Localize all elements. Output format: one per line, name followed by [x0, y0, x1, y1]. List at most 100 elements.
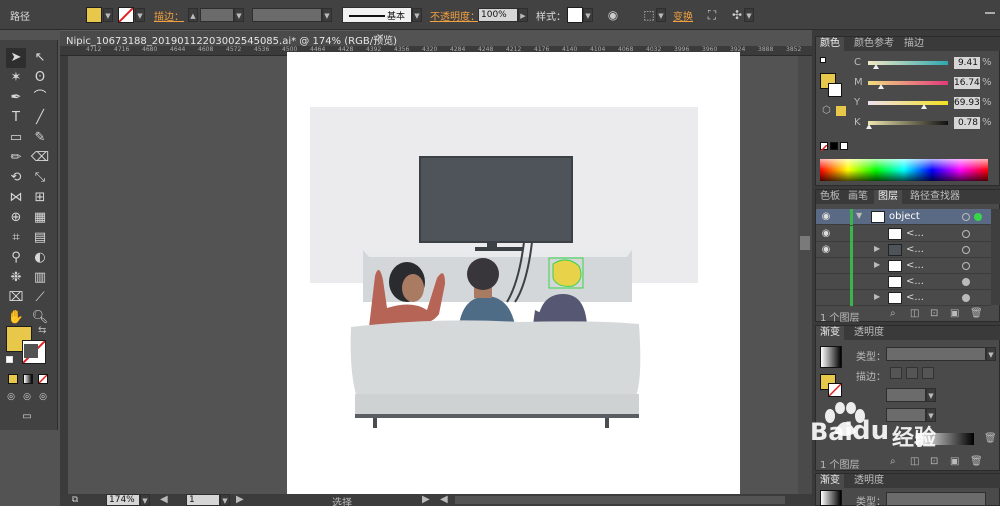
- hand-tool-icon[interactable]: ✋: [6, 308, 26, 328]
- curvature-tool-icon[interactable]: ⌒: [30, 88, 50, 108]
- fill-dropdown-arrow[interactable]: ▼: [103, 8, 113, 22]
- direct-selection-tool-icon[interactable]: ↖: [30, 48, 50, 68]
- sublayer-row[interactable]: <...: [816, 274, 991, 290]
- gradient-type-dropdown[interactable]: [886, 347, 986, 361]
- artboard[interactable]: [287, 52, 740, 498]
- opacity-arrow[interactable]: ▶: [518, 8, 528, 22]
- sublayer-row[interactable]: ▶ <...: [816, 290, 991, 306]
- delete-layer-icon[interactable]: 🗑︎: [970, 456, 983, 467]
- default-fill-icon[interactable]: [820, 57, 826, 63]
- sublayer-row[interactable]: ◉ ▶ <...: [816, 242, 991, 258]
- channel-value-c[interactable]: 9.41: [954, 57, 980, 69]
- recolor-artwork-icon[interactable]: ◉: [604, 6, 622, 24]
- locate-object-icon[interactable]: ⌕: [890, 456, 896, 467]
- out-of-gamut-icon[interactable]: ⬡: [822, 105, 831, 116]
- sublayer-name[interactable]: <...: [906, 292, 924, 303]
- stroke-weight-arrow[interactable]: ▼: [234, 8, 244, 22]
- channel-slider-thumb[interactable]: [873, 64, 879, 69]
- horizontal-scrollbar[interactable]: [455, 496, 785, 504]
- mesh-tool-icon[interactable]: ⌗: [6, 228, 26, 248]
- page-arrow[interactable]: ▼: [220, 494, 230, 506]
- width-tool-icon[interactable]: ⋈: [6, 188, 26, 208]
- panel-menu-icon[interactable]: [985, 12, 995, 14]
- target-circle-icon[interactable]: [962, 294, 970, 302]
- channel-slider-thumb[interactable]: [878, 84, 884, 89]
- gradient-stroke-swatch[interactable]: [828, 383, 842, 397]
- selected-indicator[interactable]: [974, 213, 982, 221]
- variable-width-dropdown[interactable]: [252, 8, 322, 22]
- layer-name[interactable]: object: [889, 211, 920, 222]
- channel-slider-y[interactable]: [868, 101, 948, 105]
- draw-inside-icon[interactable]: ◎: [36, 390, 50, 404]
- free-transform-tool-icon[interactable]: ⊞: [30, 188, 50, 208]
- scale-tool-icon[interactable]: ⤡: [30, 168, 50, 188]
- make-clipping-mask-icon[interactable]: ◫: [910, 456, 919, 467]
- target-circle-icon[interactable]: [962, 278, 970, 286]
- stroke-along-icon[interactable]: [906, 367, 918, 379]
- gradient-preview[interactable]: [820, 346, 842, 368]
- delete-stop-icon[interactable]: 🗑︎: [984, 433, 997, 444]
- visibility-eye-icon[interactable]: ◉: [820, 211, 832, 223]
- variable-width-arrow[interactable]: ▼: [322, 8, 332, 22]
- symbol-sprayer-tool-icon[interactable]: ❉: [6, 268, 26, 288]
- selection-tool-icon[interactable]: ➤: [6, 48, 26, 68]
- stroke-within-icon[interactable]: [890, 367, 902, 379]
- stroke-dropdown-arrow[interactable]: ▼: [135, 8, 145, 22]
- prev-artboard-icon[interactable]: ◀: [160, 494, 168, 505]
- gradient-type-arrow[interactable]: ▼: [986, 347, 996, 361]
- expand-arrow-icon[interactable]: ▶: [874, 260, 880, 269]
- target-circle-icon[interactable]: [962, 246, 970, 254]
- screen-mode-icon[interactable]: ▭: [18, 410, 36, 424]
- align-to-arrow[interactable]: ▼: [656, 8, 666, 22]
- next-artboard-icon[interactable]: ▶: [236, 494, 244, 505]
- stroke-label[interactable]: 描边：: [154, 8, 184, 23]
- brush-style-arrow[interactable]: ▼: [412, 8, 422, 22]
- target-circle-icon[interactable]: [962, 213, 970, 221]
- channel-slider-k[interactable]: [868, 121, 948, 125]
- stroke-swatch[interactable]: [118, 7, 134, 23]
- rectangle-tool-icon[interactable]: ▭: [6, 128, 26, 148]
- collapse-arrow-icon[interactable]: ▼: [856, 211, 862, 220]
- gradient-preview-2[interactable]: [820, 490, 842, 506]
- isolate-icon[interactable]: ⛶: [703, 6, 721, 24]
- none-swatch[interactable]: [820, 142, 828, 152]
- draw-behind-icon[interactable]: ◎: [20, 390, 34, 404]
- channel-value-y[interactable]: 69.93: [954, 97, 980, 109]
- magic-wand-tool-icon[interactable]: ✶: [6, 68, 26, 88]
- document-tab[interactable]: Nipic_10673188_20190112203002545085.ai* …: [60, 30, 397, 47]
- rotate-tool-icon[interactable]: ⟲: [6, 168, 26, 188]
- page-field[interactable]: 1: [186, 494, 220, 506]
- transform-link[interactable]: 变换: [673, 8, 693, 23]
- none-mode-icon[interactable]: [38, 374, 48, 384]
- eyedropper-tool-icon[interactable]: ⚲: [6, 248, 26, 268]
- channel-value-k[interactable]: 0.78: [954, 117, 980, 129]
- gradient-tool-icon[interactable]: ▤: [30, 228, 50, 248]
- graphic-style-arrow[interactable]: ▼: [583, 8, 593, 22]
- layer-row-object[interactable]: ◉ ▼ object: [816, 209, 991, 225]
- paintbrush-tool-icon[interactable]: ✎: [30, 128, 50, 148]
- h-scroll-left-icon[interactable]: ◀: [440, 494, 448, 505]
- channel-slider-c[interactable]: [868, 61, 948, 65]
- scroll-thumb[interactable]: [800, 236, 810, 250]
- white-swatch[interactable]: [840, 142, 848, 150]
- swap-fill-stroke-icon[interactable]: ⇆: [38, 325, 46, 336]
- tab-brushes[interactable]: 画笔: [844, 190, 872, 204]
- type-tool-icon[interactable]: T: [6, 108, 26, 128]
- tab-gradient-2[interactable]: 渐变: [816, 474, 844, 488]
- zoom-arrow[interactable]: ▼: [140, 494, 150, 506]
- sublayer-name[interactable]: <...: [906, 276, 924, 287]
- tab-layers[interactable]: 图层: [874, 190, 902, 204]
- perspective-grid-tool-icon[interactable]: ▦: [30, 208, 50, 228]
- target-circle-icon[interactable]: [962, 262, 970, 270]
- tab-color[interactable]: 颜色: [816, 37, 844, 51]
- artboard-tool-icon[interactable]: ⌧: [6, 288, 26, 308]
- sublayer-row[interactable]: ▶ <...: [816, 258, 991, 274]
- tab-color-guide[interactable]: 颜色参考: [850, 37, 898, 51]
- pen-tool-icon[interactable]: ✒: [6, 88, 26, 108]
- channel-slider-thumb[interactable]: [866, 124, 872, 129]
- tab-stroke[interactable]: 描边: [900, 37, 928, 51]
- make-clipping-mask-icon[interactable]: ◫: [910, 308, 919, 319]
- black-swatch[interactable]: [830, 142, 838, 150]
- sublayer-row[interactable]: ◉ <...: [816, 226, 991, 242]
- opacity-label[interactable]: 不透明度：: [430, 8, 480, 23]
